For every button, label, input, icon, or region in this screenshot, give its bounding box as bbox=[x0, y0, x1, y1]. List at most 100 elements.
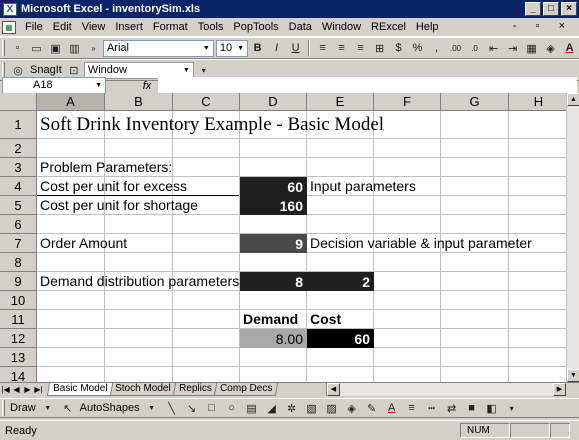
cell-d11[interactable]: Demand bbox=[240, 310, 298, 328]
toolbar-options-icon[interactable]: » bbox=[86, 40, 101, 56]
capture-mode-combo[interactable]: Window ▼ bbox=[83, 61, 194, 79]
row-header-11[interactable]: 11 bbox=[0, 310, 37, 329]
minimize-button[interactable]: _ bbox=[525, 2, 541, 16]
cell-e9[interactable]: 2 bbox=[307, 272, 374, 291]
scroll-left-icon[interactable]: ◀ bbox=[327, 383, 340, 396]
font-color-icon[interactable]: A bbox=[562, 40, 577, 56]
row-header-7[interactable]: 7 bbox=[0, 234, 37, 253]
snagit-button[interactable]: SnagIt bbox=[28, 64, 64, 76]
row-header-8[interactable]: 8 bbox=[0, 253, 37, 272]
toolbar-options-icon[interactable]: ▾ bbox=[196, 62, 212, 78]
row-header-14[interactable]: 14 bbox=[0, 367, 37, 382]
next-sheet-icon[interactable]: ▶ bbox=[22, 385, 33, 394]
fill-color-icon[interactable]: ◈ bbox=[543, 40, 558, 56]
workbook-icon[interactable]: ▦ bbox=[2, 20, 16, 34]
row-header-10[interactable]: 10 bbox=[0, 291, 37, 310]
open-icon[interactable]: ▭ bbox=[29, 40, 44, 56]
draw-menu-button[interactable]: Draw bbox=[8, 402, 38, 414]
scroll-up-icon[interactable]: ▲ bbox=[567, 93, 579, 106]
menu-help[interactable]: Help bbox=[411, 21, 444, 33]
cell-e11[interactable]: Cost bbox=[307, 310, 341, 328]
autoshapes-menu-button[interactable]: AutoShapes bbox=[78, 402, 142, 414]
dash-style-icon[interactable]: ┅ bbox=[424, 400, 440, 416]
diagram-icon[interactable]: ✲ bbox=[284, 400, 300, 416]
menu-edit[interactable]: Edit bbox=[48, 21, 77, 33]
cell-d4[interactable]: 60 bbox=[240, 177, 307, 196]
cell-a5[interactable]: Cost per unit for shortage bbox=[37, 196, 198, 214]
first-sheet-icon[interactable]: |◀ bbox=[0, 385, 11, 394]
font-name-combo[interactable]: Arial ▼ bbox=[102, 39, 214, 57]
save-icon[interactable]: ▣ bbox=[48, 40, 63, 56]
resize-grip-icon[interactable] bbox=[550, 423, 570, 438]
column-header-a[interactable]: A bbox=[37, 93, 105, 111]
excel-icon[interactable]: X bbox=[3, 2, 17, 16]
row-header-13[interactable]: 13 bbox=[0, 348, 37, 367]
document-window-controls[interactable]: - ▫ × bbox=[513, 20, 573, 32]
align-left-icon[interactable]: ≡ bbox=[315, 40, 330, 56]
arrow-icon[interactable]: ↘ bbox=[184, 400, 200, 416]
column-header-d[interactable]: D bbox=[240, 93, 307, 111]
menu-tools[interactable]: Tools bbox=[193, 21, 229, 33]
cell-a4[interactable]: Cost per unit for excess bbox=[37, 177, 187, 195]
clipart-icon[interactable]: ▧ bbox=[304, 400, 320, 416]
vertical-scrollbar[interactable]: ▲ ▼ bbox=[566, 93, 579, 382]
comma-button[interactable]: , bbox=[429, 40, 444, 56]
row-header-4[interactable]: 4 bbox=[0, 177, 37, 196]
menu-file[interactable]: File bbox=[20, 21, 48, 33]
menu-poptools[interactable]: PopTools bbox=[228, 21, 283, 33]
horizontal-scrollbar[interactable]: ◀ ▶ bbox=[326, 383, 566, 396]
decrease-decimal-button[interactable]: .0 bbox=[467, 40, 482, 56]
column-header-b[interactable]: B bbox=[105, 93, 173, 111]
column-header-h[interactable]: H bbox=[509, 93, 566, 111]
scroll-right-icon[interactable]: ▶ bbox=[553, 383, 566, 396]
font-color-icon[interactable]: A bbox=[384, 400, 400, 416]
arrow-style-icon[interactable]: ⇄ bbox=[444, 400, 460, 416]
new-icon[interactable]: ▫ bbox=[10, 40, 25, 56]
3d-icon[interactable]: ◧ bbox=[484, 400, 500, 416]
oval-icon[interactable]: ○ bbox=[224, 400, 240, 416]
align-center-icon[interactable]: ≡ bbox=[334, 40, 349, 56]
fill-color-icon[interactable]: ◈ bbox=[344, 400, 360, 416]
sheet-tab-stoch-model[interactable]: Stoch Model bbox=[109, 383, 178, 396]
menu-window[interactable]: Window bbox=[317, 21, 366, 33]
menu-insert[interactable]: Insert bbox=[110, 21, 148, 33]
menu-rexcel[interactable]: RExcel bbox=[366, 21, 411, 33]
research-icon[interactable]: ▥ bbox=[67, 40, 82, 56]
decrease-indent-icon[interactable]: ⇤ bbox=[486, 40, 501, 56]
last-sheet-icon[interactable]: ▶| bbox=[33, 385, 44, 394]
merge-center-icon[interactable]: ⊞ bbox=[372, 40, 387, 56]
picture-icon[interactable]: ▨ bbox=[324, 400, 340, 416]
row-header-3[interactable]: 3 bbox=[0, 158, 37, 177]
line-color-icon[interactable]: ✎ bbox=[364, 400, 380, 416]
column-header-c[interactable]: C bbox=[173, 93, 240, 111]
cell-d5[interactable]: 160 bbox=[240, 196, 307, 215]
borders-icon[interactable]: ▦ bbox=[524, 40, 539, 56]
row-header-2[interactable]: 2 bbox=[0, 139, 37, 158]
name-box[interactable]: A18 ▼ bbox=[2, 77, 106, 94]
cell-e4[interactable]: Input parameters bbox=[307, 177, 416, 195]
toolbar-grip[interactable] bbox=[2, 40, 5, 56]
toolbar-grip[interactable] bbox=[2, 62, 5, 78]
underline-button[interactable]: U bbox=[288, 40, 303, 56]
rectangle-icon[interactable]: □ bbox=[204, 400, 220, 416]
sheet-tab-replics[interactable]: Replics bbox=[172, 383, 219, 396]
cell-a7[interactable]: Order Amount bbox=[37, 234, 127, 252]
insert-function-icon[interactable]: fx bbox=[136, 80, 158, 92]
toolbar-options-icon[interactable]: ▾ bbox=[504, 400, 520, 416]
row-header-9[interactable]: 9 bbox=[0, 272, 37, 291]
cell-a1-title[interactable]: Soft Drink Inventory Example - Basic Mod… bbox=[37, 111, 384, 138]
line-icon[interactable]: ╲ bbox=[164, 400, 180, 416]
menu-format[interactable]: Format bbox=[148, 21, 193, 33]
menu-data[interactable]: Data bbox=[284, 21, 317, 33]
select-objects-icon[interactable]: ↖ bbox=[60, 400, 76, 416]
italic-button[interactable]: I bbox=[269, 40, 284, 56]
bold-button[interactable]: B bbox=[250, 40, 265, 56]
scroll-down-icon[interactable]: ▼ bbox=[567, 369, 579, 382]
font-size-combo[interactable]: 10 ▼ bbox=[215, 39, 249, 57]
column-header-e[interactable]: E bbox=[307, 93, 374, 111]
line-style-icon[interactable]: ≡ bbox=[404, 400, 420, 416]
sheet-tab-basic-model[interactable]: Basic Model bbox=[46, 383, 114, 396]
row-header-12[interactable]: 12 bbox=[0, 329, 37, 348]
snagit-capture-icon[interactable]: ⊡ bbox=[66, 62, 82, 78]
cell-a3[interactable]: Problem Parameters: bbox=[37, 158, 172, 176]
